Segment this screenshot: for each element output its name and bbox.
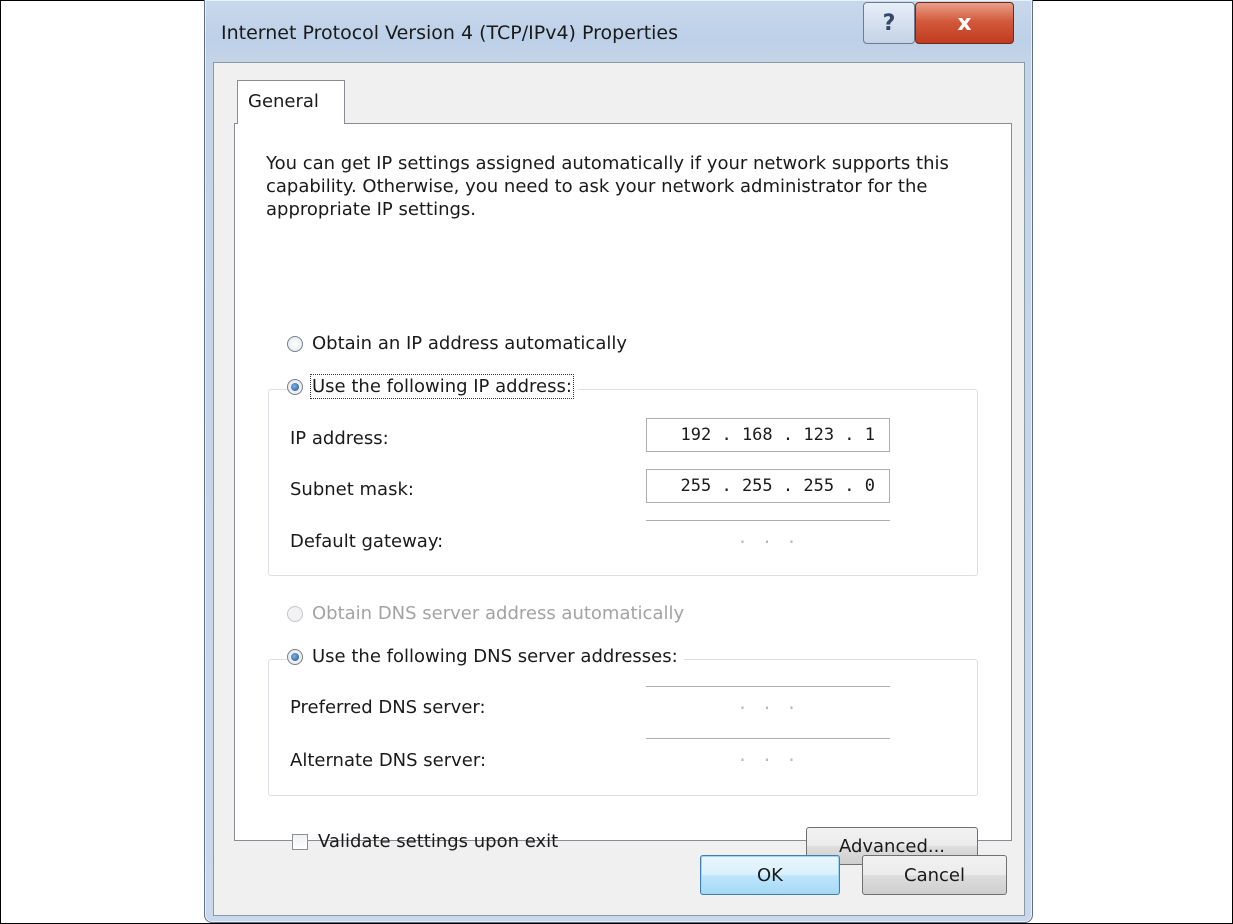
close-button[interactable]: x: [915, 2, 1014, 44]
alternate-dns-label: Alternate DNS server:: [290, 750, 487, 771]
intro-text: You can get IP settings assigned automat…: [266, 153, 949, 220]
help-button[interactable]: ?: [863, 2, 915, 44]
validate-settings-label: Validate settings upon exit: [318, 831, 559, 852]
default-gateway-input[interactable]: . . .: [646, 520, 890, 554]
use-following-ip-label: Use the following IP address:: [310, 374, 574, 399]
subnet-mask-label: Subnet mask:: [290, 479, 414, 500]
use-following-dns-label: Use the following DNS server addresses:: [312, 646, 678, 667]
radio-disabled-icon: [287, 605, 303, 622]
radio-unchecked-icon: [287, 335, 303, 352]
ip-address-input[interactable]: 192 . 168 . 123 . 1: [646, 418, 890, 452]
tcp-ipv4-properties-dialog: Internet Protocol Version 4 (TCP/IPv4) P…: [204, 0, 1033, 923]
obtain-dns-automatically-radio[interactable]: Obtain DNS server address automatically: [287, 603, 691, 624]
general-tab-page: You can get IP settings assigned automat…: [234, 123, 1012, 865]
dns-server-group: [268, 659, 978, 796]
checkbox-unchecked-icon: [292, 833, 308, 850]
preferred-dns-input[interactable]: . . .: [646, 686, 890, 720]
obtain-ip-automatically-radio[interactable]: Obtain an IP address automatically: [287, 333, 634, 354]
validate-settings-checkbox[interactable]: Validate settings upon exit: [292, 831, 558, 852]
cancel-button[interactable]: Cancel: [862, 855, 1007, 895]
ok-button[interactable]: OK: [700, 855, 840, 895]
dialog-client-area: General You can get IP settings assigned…: [213, 62, 1025, 916]
radio-checked-icon: [287, 648, 303, 665]
use-following-ip-radio[interactable]: Use the following IP address:: [287, 374, 578, 399]
ip-address-label: IP address:: [290, 428, 389, 449]
tab-general[interactable]: General: [237, 80, 345, 124]
radio-checked-icon: [287, 378, 303, 395]
use-following-dns-radio[interactable]: Use the following DNS server addresses:: [287, 646, 684, 667]
window-title: Internet Protocol Version 4 (TCP/IPv4) P…: [221, 22, 679, 44]
subnet-mask-input[interactable]: 255 . 255 . 255 . 0: [646, 469, 890, 503]
obtain-dns-automatically-label: Obtain DNS server address automatically: [312, 603, 685, 624]
default-gateway-label: Default gateway:: [290, 531, 444, 552]
preferred-dns-label: Preferred DNS server:: [290, 697, 486, 718]
alternate-dns-input[interactable]: . . .: [646, 738, 890, 772]
obtain-ip-automatically-label: Obtain an IP address automatically: [312, 333, 628, 354]
